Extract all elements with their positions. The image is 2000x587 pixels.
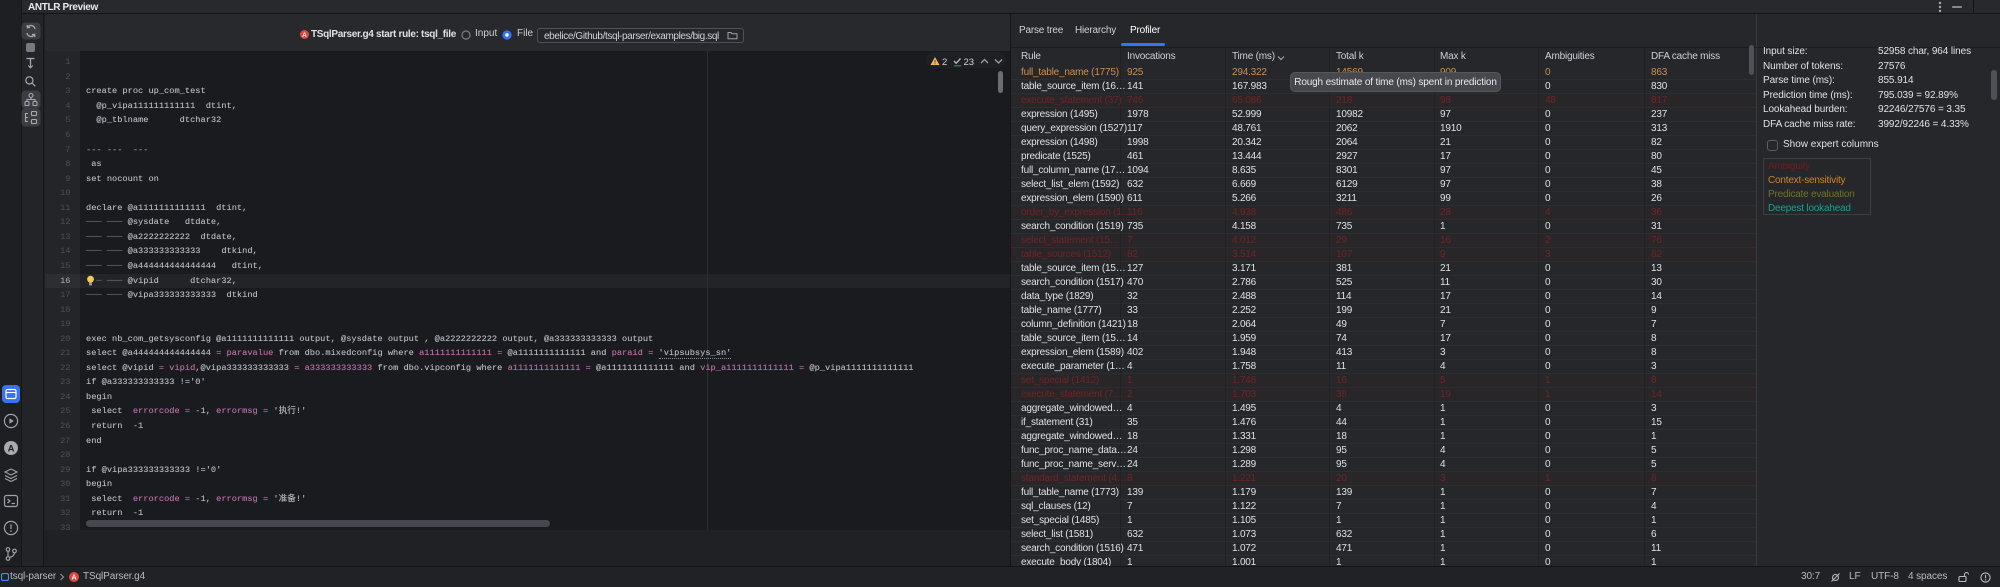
svg-text:A: A <box>71 575 76 582</box>
svg-text:2: 2 <box>942 57 947 67</box>
svg-text:A: A <box>8 443 15 454</box>
svg-text:23: 23 <box>964 57 975 67</box>
svg-text:A: A <box>302 32 307 39</box>
